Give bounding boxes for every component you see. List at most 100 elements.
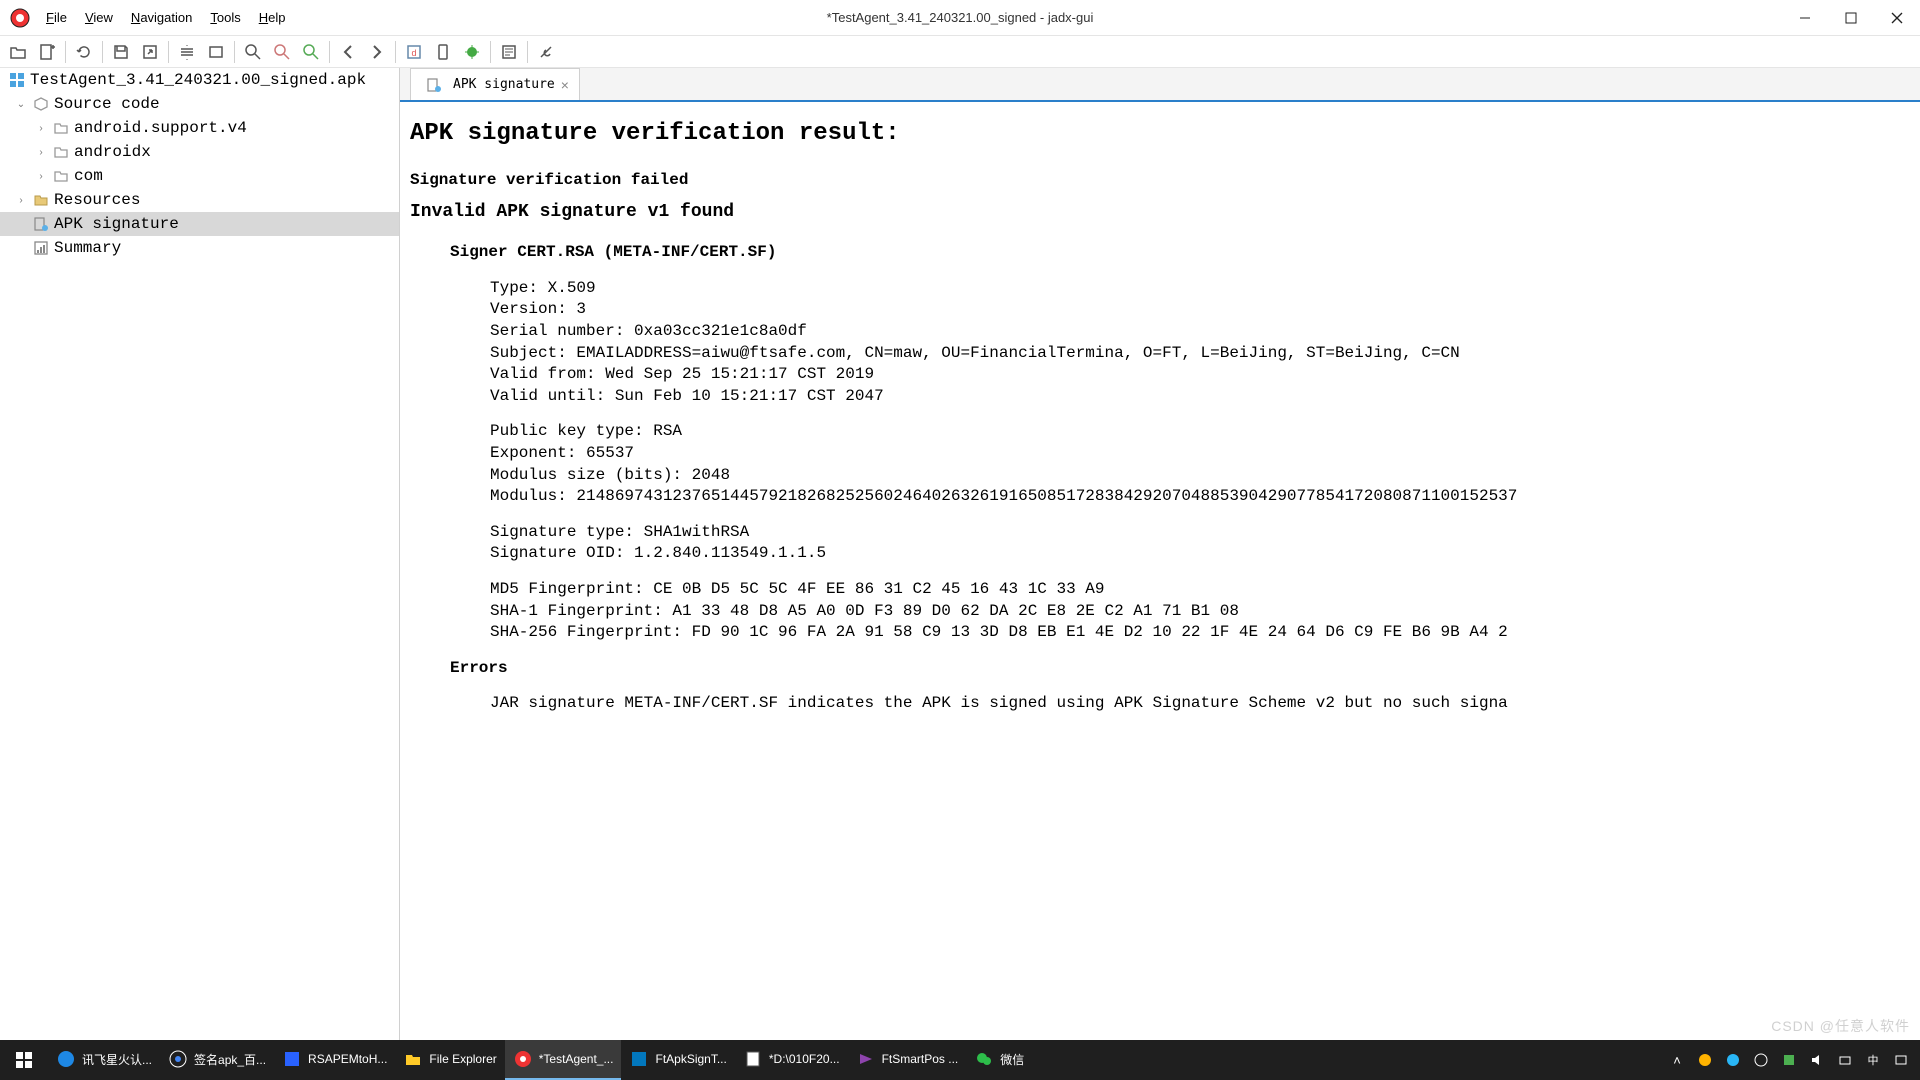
minimize-button[interactable]: [1782, 0, 1828, 36]
add-file-icon[interactable]: [33, 38, 61, 66]
system-tray[interactable]: ˄ 中: [1668, 1051, 1920, 1069]
tree-label: Resources: [54, 191, 140, 209]
tree-label: android.support.v4: [74, 119, 247, 137]
tree-android-support[interactable]: › android.support.v4: [0, 116, 399, 140]
open-folder-icon[interactable]: [4, 38, 32, 66]
titlebar: FFileile ViewView NavigationNavigation T…: [0, 0, 1920, 36]
close-tab-icon[interactable]: ×: [561, 77, 569, 93]
task-item-active[interactable]: *TestAgent_...: [505, 1040, 622, 1080]
main: TestAgent_3.41_240321.00_signed.apk ⌄ So…: [0, 68, 1920, 1040]
tree-label: Source code: [54, 95, 160, 113]
search-back-icon[interactable]: [268, 38, 296, 66]
jadx-icon: [513, 1049, 533, 1069]
pk-exponent: Exponent: 65537: [490, 443, 1910, 465]
tree-root[interactable]: TestAgent_3.41_240321.00_signed.apk: [0, 68, 399, 92]
tool-debug-icon[interactable]: [458, 38, 486, 66]
spark-icon: [56, 1049, 76, 1069]
expand-icon[interactable]: [173, 38, 201, 66]
notifications-icon[interactable]: [1892, 1051, 1910, 1069]
cert-version: Version: 3: [490, 299, 1910, 321]
task-item[interactable]: RSAPEMtoH...: [274, 1040, 395, 1080]
tree-summary[interactable]: Summary: [0, 236, 399, 260]
tab-apk-signature[interactable]: APK signature ×: [410, 68, 580, 100]
volume-icon[interactable]: [1808, 1051, 1826, 1069]
log-icon[interactable]: [495, 38, 523, 66]
svg-text:d: d: [411, 48, 416, 58]
toolbar: d: [0, 36, 1920, 68]
tab-label: APK signature: [453, 77, 555, 92]
apk-icon: [8, 71, 26, 89]
tree-label: Summary: [54, 239, 121, 257]
search-forward-icon[interactable]: [297, 38, 325, 66]
folder-icon: [52, 119, 70, 137]
menu-tools[interactable]: ToolsTools: [202, 6, 248, 29]
task-item[interactable]: FtSmartPos ...: [848, 1040, 967, 1080]
verification-failed: Signature verification failed: [410, 170, 1910, 192]
start-button[interactable]: [0, 1040, 48, 1080]
pk-mod-size: Modulus size (bits): 2048: [490, 465, 1910, 487]
tree-label: androidx: [74, 143, 151, 161]
close-button[interactable]: [1874, 0, 1920, 36]
tree-apk-signature[interactable]: APK signature: [0, 212, 399, 236]
content-pane: APK signature × APK signature verificati…: [400, 68, 1920, 1040]
expand-toggle-icon[interactable]: ›: [34, 147, 48, 158]
tree-resources[interactable]: › Resources: [0, 188, 399, 212]
tray-app-icon[interactable]: [1752, 1051, 1770, 1069]
package-icon: [32, 95, 50, 113]
tray-app-icon[interactable]: [1696, 1051, 1714, 1069]
cert-serial: Serial number: 0xa03cc321e1c8a0df: [490, 321, 1910, 343]
wechat-icon: [974, 1049, 994, 1069]
menu-file[interactable]: FFileile: [38, 6, 75, 29]
ime-icon[interactable]: 中: [1864, 1051, 1882, 1069]
save-icon[interactable]: [107, 38, 135, 66]
nav-forward-icon[interactable]: [363, 38, 391, 66]
task-item[interactable]: *D:\010F20...: [735, 1040, 848, 1080]
tray-app-icon[interactable]: [1724, 1051, 1742, 1069]
search-icon[interactable]: [239, 38, 267, 66]
nav-back-icon[interactable]: [334, 38, 362, 66]
expand-toggle-icon[interactable]: ›: [14, 195, 28, 206]
task-item[interactable]: FtApkSignT...: [621, 1040, 734, 1080]
menubar: FFileile ViewView NavigationNavigation T…: [38, 6, 293, 29]
cert-valid-until: Valid until: Sun Feb 10 15:21:17 CST 204…: [490, 386, 1910, 408]
collapse-toggle-icon[interactable]: ⌄: [14, 99, 28, 110]
expand-toggle-icon[interactable]: ›: [34, 171, 48, 182]
summary-icon: [32, 239, 50, 257]
menu-navigation[interactable]: NavigationNavigation: [123, 6, 200, 29]
collapse-icon[interactable]: [202, 38, 230, 66]
tray-app-icon[interactable]: [1780, 1051, 1798, 1069]
maximize-button[interactable]: [1828, 0, 1874, 36]
app-icon: [282, 1049, 302, 1069]
tree-com[interactable]: › com: [0, 164, 399, 188]
task-item[interactable]: 微信: [966, 1040, 1032, 1080]
taskbar[interactable]: 讯飞星火认... 签名apk_百... RSAPEMtoH... File Ex…: [0, 1040, 1920, 1080]
refresh-icon[interactable]: [70, 38, 98, 66]
error-line: JAR signature META-INF/CERT.SF indicates…: [490, 693, 1910, 715]
window-title: *TestAgent_3.41_240321.00_signed - jadx-…: [827, 10, 1094, 25]
tree-source-code[interactable]: ⌄ Source code: [0, 92, 399, 116]
signature-icon: [32, 215, 50, 233]
signer-label: Signer CERT.RSA (META-INF/CERT.SF): [450, 243, 776, 261]
menu-view[interactable]: ViewView: [77, 6, 121, 29]
export-icon[interactable]: [136, 38, 164, 66]
errors-heading: Errors: [450, 659, 508, 677]
menu-help[interactable]: HelpHelp: [251, 6, 294, 29]
expand-toggle-icon[interactable]: ›: [34, 123, 48, 134]
project-tree[interactable]: TestAgent_3.41_240321.00_signed.apk ⌄ So…: [0, 68, 400, 1040]
signature-result[interactable]: APK signature verification result: Signa…: [400, 102, 1920, 1040]
tool-deobf-icon[interactable]: d: [400, 38, 428, 66]
chevron-up-icon[interactable]: ˄: [1668, 1051, 1686, 1069]
folder-icon: [52, 167, 70, 185]
network-icon[interactable]: [1836, 1051, 1854, 1069]
sig-type: Signature type: SHA1withRSA: [490, 522, 1910, 544]
tree-androidx[interactable]: › androidx: [0, 140, 399, 164]
task-item[interactable]: File Explorer: [395, 1040, 504, 1080]
apksign-icon: [629, 1049, 649, 1069]
settings-icon[interactable]: [532, 38, 560, 66]
tree-label: APK signature: [54, 215, 179, 233]
tool-quark-icon[interactable]: [429, 38, 457, 66]
pk-modulus: Modulus: 2148697431237651445792182682525…: [490, 486, 1910, 508]
task-item[interactable]: 讯飞星火认...: [48, 1040, 160, 1080]
task-item[interactable]: 签名apk_百...: [160, 1040, 274, 1080]
vs-icon: [856, 1049, 876, 1069]
